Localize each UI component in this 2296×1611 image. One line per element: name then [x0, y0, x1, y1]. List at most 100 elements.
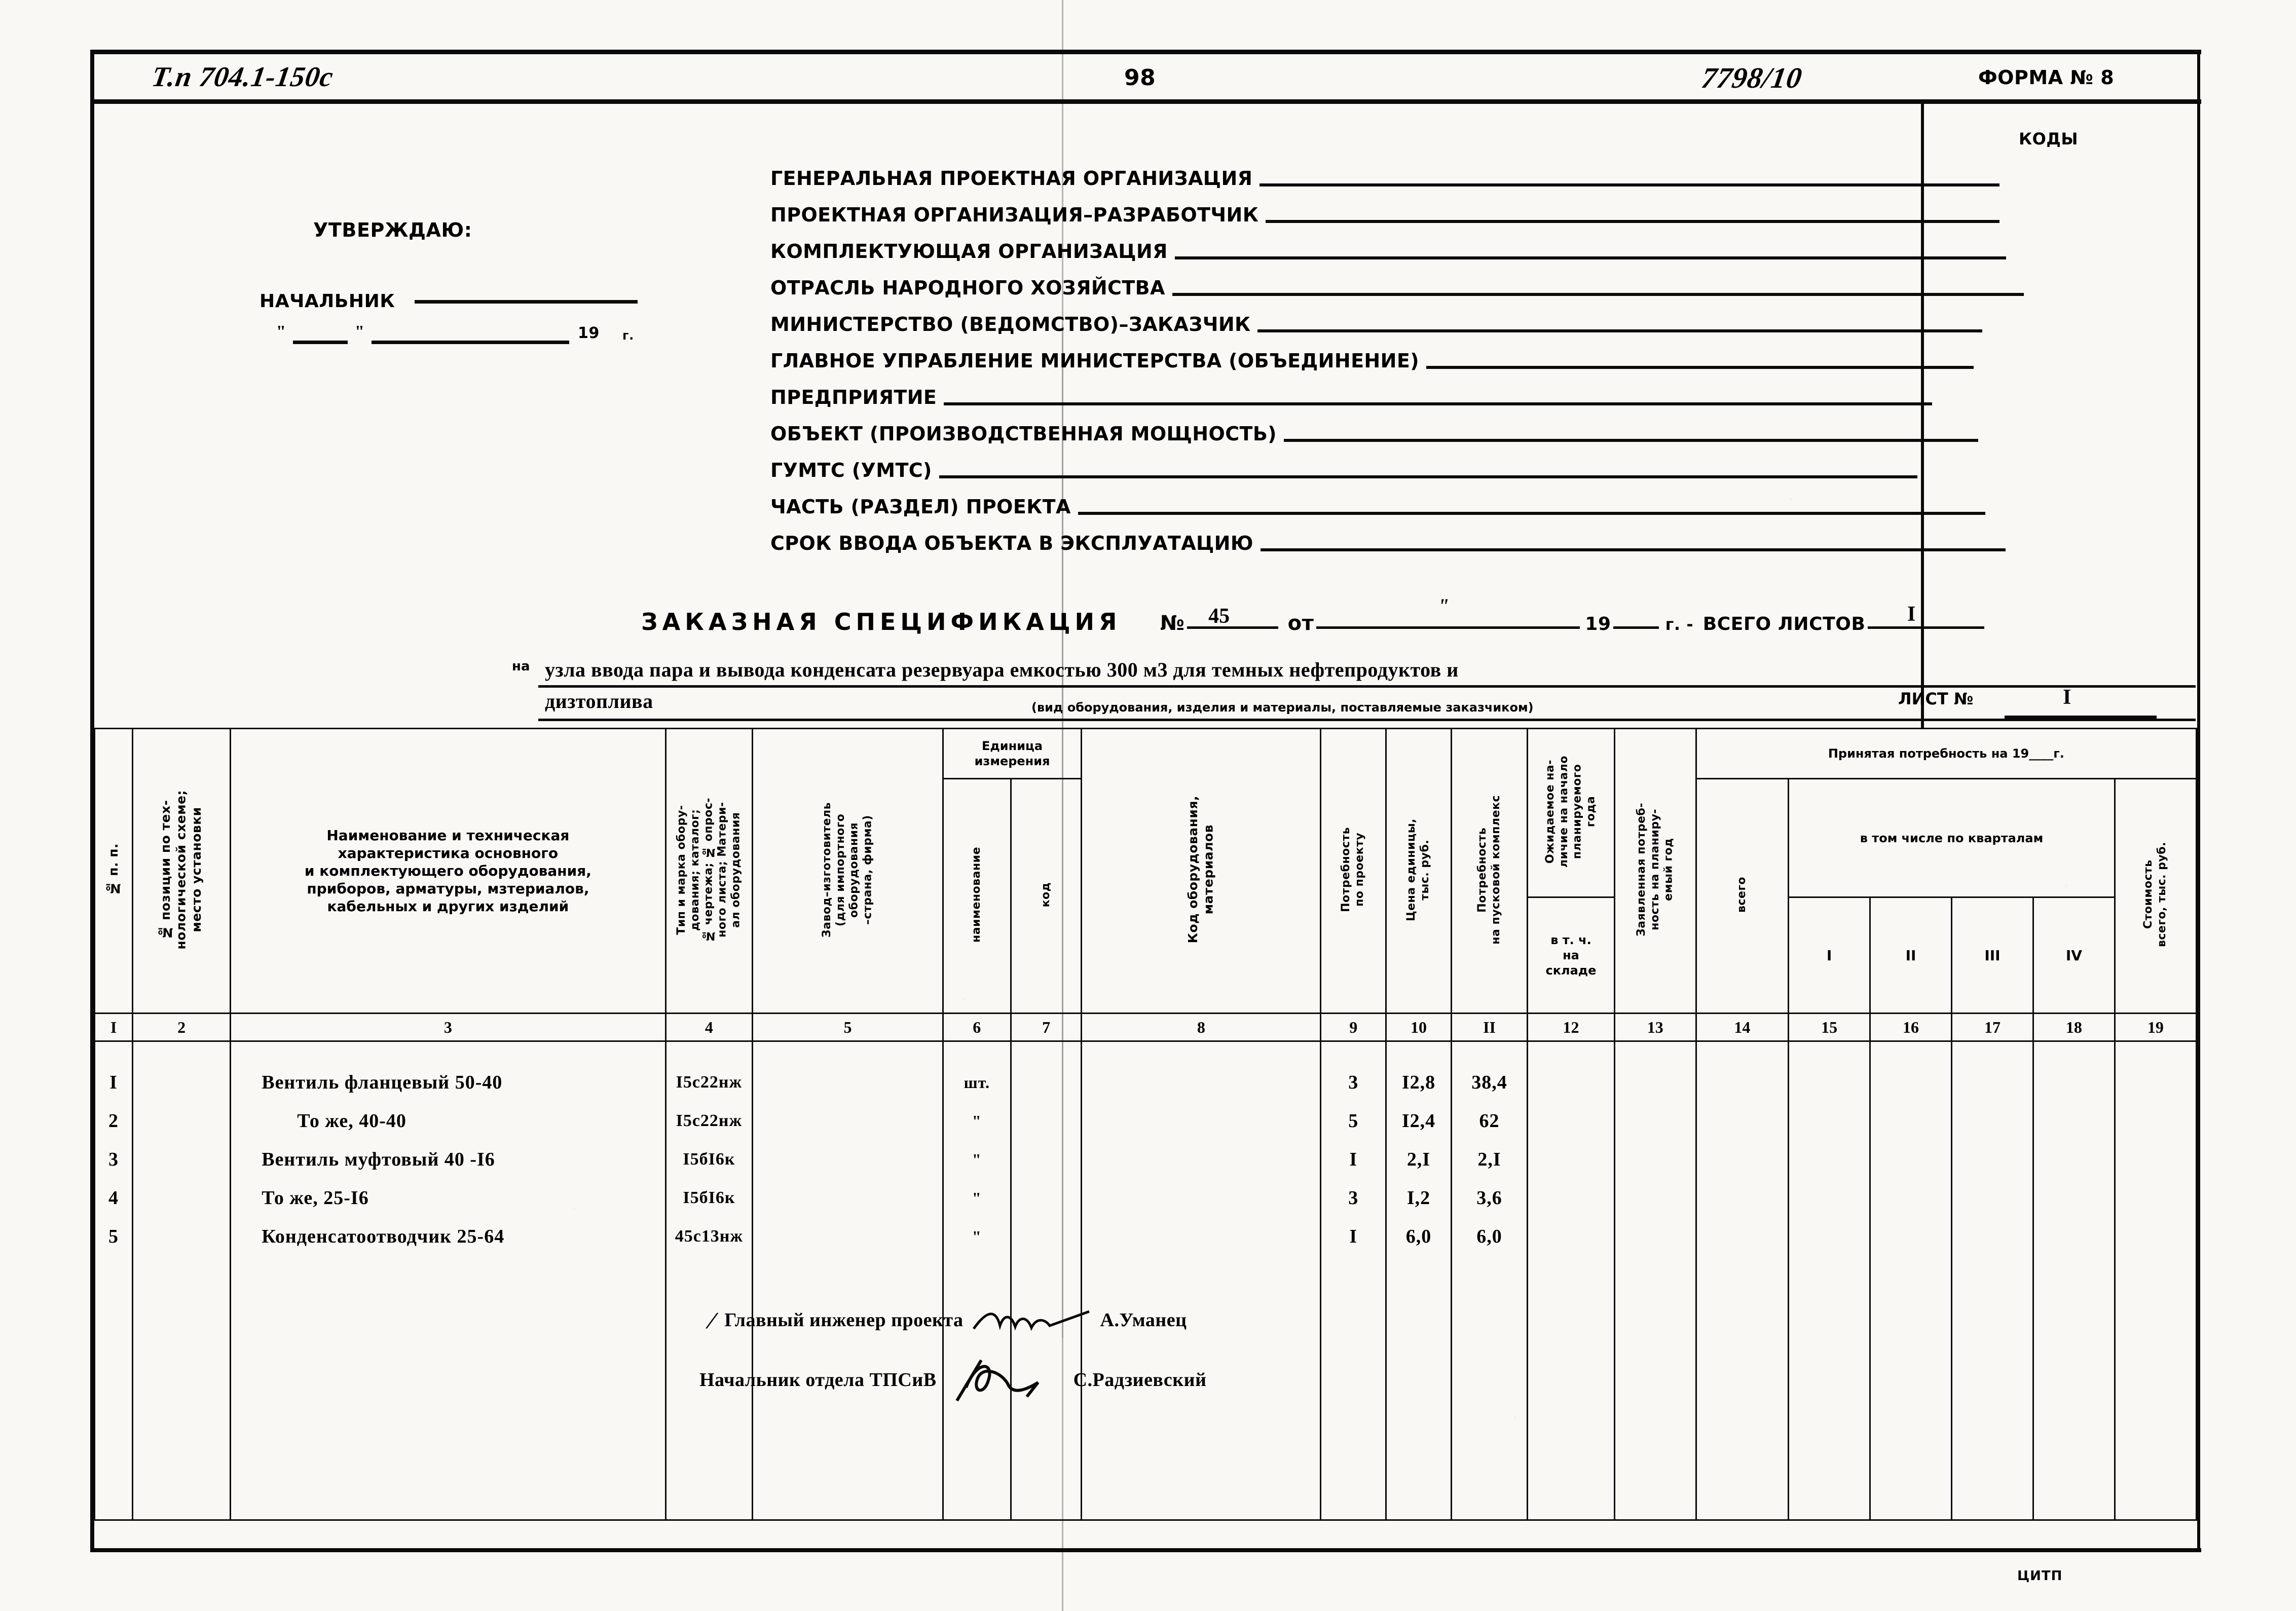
spacer-c17 — [1950, 1040, 2034, 1063]
spacer-c16 — [1869, 1040, 1952, 1063]
cell-q1 — [1788, 1140, 1871, 1179]
spacer-c7 — [1010, 1040, 1083, 1063]
cell-unit: " — [942, 1102, 1012, 1140]
frame-top-rule — [90, 50, 2201, 54]
org-field-rule-4 — [1257, 329, 1983, 332]
cell-maker — [752, 1140, 944, 1179]
cell-total: 38,4 — [1450, 1063, 1529, 1102]
org-field-row-6: ПРЕДПРИЯТИЕ — [770, 386, 1933, 408]
cell-q1 — [1788, 1179, 1871, 1217]
sheet-number-rule — [2005, 716, 2157, 719]
colnum-1: I — [93, 1013, 134, 1042]
subject-line-2: дизтоплива — [545, 690, 653, 713]
cell-mark: I5бI6к — [664, 1179, 754, 1217]
org-field-row-2: КОМПЛЕКТУЮЩАЯ ОРГАНИЗАЦИЯ — [770, 240, 2006, 263]
signature-row-chief-engineer: / Главный инженер проекта А.Уманец — [699, 1302, 1206, 1338]
cell-q4 — [2032, 1063, 2116, 1102]
spec-year-label: 19 — [1585, 614, 1611, 634]
cell-q2 — [1869, 1140, 1952, 1179]
cell-unitcode — [1010, 1063, 1083, 1102]
signature-row-department-head: Начальник отдела ТПСиВ С.Радзиевский — [699, 1357, 1206, 1403]
table-row[interactable]: 3 Вентиль муфтовый 40 -I6 I5бI6к " I 2,I… — [93, 1140, 2198, 1179]
th-accepted-group: Принятая потребность на 19____г. — [1695, 728, 2198, 779]
cell-all — [1695, 1179, 1790, 1217]
publisher-mark: ЦИТП — [2017, 1568, 2063, 1584]
table-row[interactable]: 2 То же, 40-40 I5с22нж " 5 I2,4 62 — [93, 1102, 2198, 1140]
cell-qty: 5 — [1320, 1102, 1387, 1140]
subject-caption: (вид оборудования, изделия и материалы, … — [1031, 700, 1534, 715]
signature-name: А.Уманец — [1100, 1309, 1187, 1331]
empty-c2 — [132, 1256, 232, 1521]
org-field-label-1: ПРОЕКТНАЯ ОРГАНИЗАЦИЯ–РАЗРАБОТЧИК — [770, 204, 1259, 226]
cell-stock — [1527, 1063, 1615, 1102]
date-year-suffix: г. — [622, 328, 634, 343]
spec-number-label: № — [1160, 612, 1185, 635]
empty-c11 — [1450, 1256, 1529, 1521]
th-col7: код — [1010, 778, 1083, 1014]
org-field-rule-9 — [1078, 512, 1985, 515]
org-field-label-10: СРОК ВВОДА ОБЪЕКТА В ЭКСПЛУАТАЦИЮ — [770, 532, 1253, 554]
cell-maker — [752, 1063, 944, 1102]
colnum-5: 5 — [752, 1013, 944, 1042]
date-month-line — [372, 341, 569, 344]
org-field-row-10: СРОК ВВОДА ОБЪЕКТА В ЭКСПЛУАТАЦИЮ — [770, 532, 2006, 554]
codes-label: КОДЫ — [2019, 129, 2079, 148]
cell-price: 2,I — [1385, 1140, 1452, 1179]
cell-q2 — [1869, 1217, 1952, 1256]
cell-q3 — [1950, 1179, 2034, 1217]
th-col19: Стоимость всего, тыс. руб. — [2114, 778, 2198, 1014]
cell-q3 — [1950, 1063, 2034, 1102]
table-row[interactable]: 4 То же, 25-I6 I5бI6к " 3 I,2 3,6 — [93, 1179, 2198, 1217]
spacer-c19 — [2114, 1040, 2198, 1063]
cell-q3 — [1950, 1217, 2034, 1256]
org-field-row-3: ОТРАСЛЬ НАРОДНОГО ХОЗЯЙСТВА — [770, 277, 2024, 299]
cell-q3 — [1950, 1102, 2034, 1140]
form-label: ФОРМА № 8 — [1978, 66, 2115, 89]
spacer-c6 — [942, 1040, 1012, 1063]
signature-block: / Главный инженер проекта А.Уманец Начал… — [699, 1302, 1206, 1422]
org-field-row-0: ГЕНЕРАЛЬНАЯ ПРОЕКТНАЯ ОРГАНИЗАЦИЯ — [770, 167, 2000, 190]
table-spacer-row — [93, 1040, 2198, 1063]
empty-c19 — [2114, 1256, 2198, 1521]
cell-unitcode — [1010, 1140, 1083, 1179]
document-number: 7798/10 — [1699, 61, 1805, 94]
cell-mark: I5с22нж — [664, 1102, 754, 1140]
colnum-8: 8 — [1081, 1013, 1322, 1042]
org-field-label-0: ГЕНЕРАЛЬНАЯ ПРОЕКТНАЯ ОРГАНИЗАЦИЯ — [770, 167, 1253, 190]
cell-q3 — [1950, 1140, 2034, 1179]
org-field-rule-5 — [1426, 366, 1974, 369]
cell-qty: 3 — [1320, 1179, 1387, 1217]
spec-year-suffix: г. - — [1665, 615, 1694, 634]
cell-q1 — [1788, 1102, 1871, 1140]
empty-c1 — [93, 1256, 134, 1521]
cell-pos — [132, 1102, 232, 1140]
cell-cost — [2114, 1140, 2198, 1179]
colnum-16: 16 — [1869, 1013, 1952, 1042]
subject-rule-1 — [538, 685, 2196, 688]
spacer-c15 — [1788, 1040, 1871, 1063]
th-col3: Наименование и техническая характеристик… — [230, 728, 666, 1014]
signature-role: Главный инженер проекта — [724, 1309, 964, 1331]
org-field-row-5: ГЛАВНОЕ УПРАБЛЕНИЕ МИНИСТЕРСТВА (ОБЪЕДИН… — [770, 350, 1974, 372]
cell-pos — [132, 1179, 232, 1217]
cell-declared — [1613, 1102, 1697, 1140]
org-field-rule-1 — [1266, 220, 2000, 223]
cell-qty: I — [1320, 1140, 1387, 1179]
cell-declared — [1613, 1063, 1697, 1102]
cell-price: I2,8 — [1385, 1063, 1452, 1102]
cell-price: I2,4 — [1385, 1102, 1452, 1140]
th-unit-group: Единица измерения — [942, 728, 1083, 779]
cell-q2 — [1869, 1063, 1952, 1102]
spacer-c2 — [132, 1040, 232, 1063]
cell-declared — [1613, 1140, 1697, 1179]
table-row[interactable]: I Вентиль фланцевый 50-40 I5с22нж шт. 3 … — [93, 1063, 2198, 1102]
table-row[interactable]: 5 Конденсатоотводчик 25-64 45с13нж " I 6… — [93, 1217, 2198, 1256]
org-field-label-2: КОМПЛЕКТУЮЩАЯ ОРГАНИЗАЦИЯ — [770, 240, 1168, 263]
org-field-rule-10 — [1260, 548, 2006, 551]
frame-right-rule — [2197, 50, 2200, 1552]
th-col11: Потребность на пусковой комплекс — [1450, 728, 1529, 1014]
chief-signature-line — [415, 300, 638, 304]
cell-no: 5 — [93, 1217, 134, 1256]
cell-name: Вентиль фланцевый 50-40 — [230, 1063, 666, 1102]
org-field-row-9: ЧАСТЬ (РАЗДЕЛ) ПРОЕКТА — [770, 496, 1985, 518]
